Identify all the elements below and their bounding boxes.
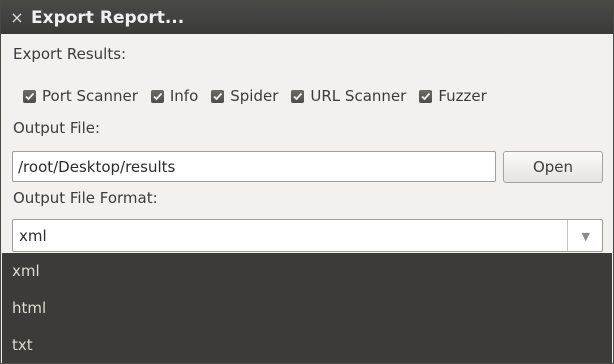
checkbox-fuzzer[interactable]: Fuzzer — [419, 87, 487, 105]
checkbox-checked-icon[interactable] — [150, 89, 164, 103]
output-format-dropdown-list: xml html txt — [2, 253, 612, 363]
checkbox-checked-icon[interactable] — [291, 89, 305, 103]
checkbox-label: URL Scanner — [310, 87, 407, 105]
open-button[interactable]: Open — [503, 151, 603, 183]
title-bar: × Export Report... — [1, 1, 613, 34]
dropdown-option-txt[interactable]: txt — [12, 327, 602, 363]
output-file-label: Output File: — [13, 119, 101, 137]
dropdown-option-xml[interactable]: xml — [12, 253, 602, 289]
output-format-selected-value: xml — [19, 227, 47, 245]
checkbox-checked-icon[interactable] — [211, 89, 225, 103]
checkbox-label: Info — [169, 87, 199, 105]
checkbox-info[interactable]: Info — [150, 87, 199, 105]
output-format-label: Output File Format: — [13, 189, 158, 207]
export-report-dialog: × Export Report... Export Results: Port … — [0, 0, 614, 364]
checkbox-url-scanner[interactable]: URL Scanner — [291, 87, 406, 105]
checkbox-spider[interactable]: Spider — [211, 87, 278, 105]
checkbox-label: Spider — [230, 87, 279, 105]
close-icon[interactable]: × — [3, 8, 31, 27]
dropdown-option-html[interactable]: html — [12, 290, 602, 326]
chevron-down-icon[interactable]: ▼ — [582, 230, 590, 243]
checkbox-label: Port Scanner — [42, 87, 138, 105]
export-results-checkbox-group: Port Scanner Info Spider URL Scanner Fuz… — [23, 87, 487, 105]
checkbox-label: Fuzzer — [438, 87, 487, 105]
export-results-label: Export Results: — [13, 45, 127, 63]
select-divider — [567, 220, 568, 251]
checkbox-checked-icon[interactable] — [419, 89, 433, 103]
window-title: Export Report... — [31, 7, 185, 28]
output-file-input[interactable]: /root/Desktop/results — [12, 151, 496, 182]
checkbox-checked-icon[interactable] — [23, 89, 36, 103]
output-format-select[interactable]: xml ▼ — [12, 219, 603, 252]
checkbox-port-scanner[interactable]: Port Scanner — [23, 87, 138, 105]
